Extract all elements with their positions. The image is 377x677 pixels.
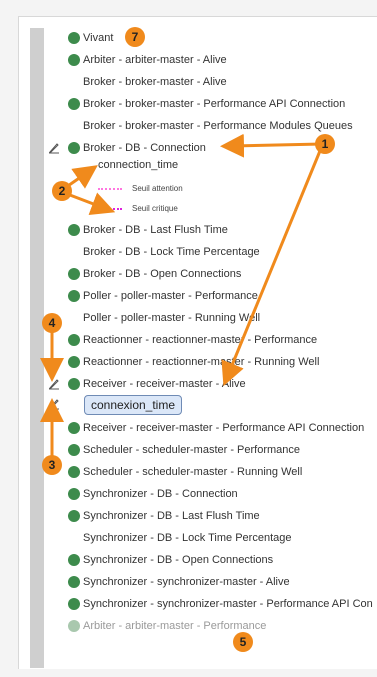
annotation-badge-1: 1 <box>315 134 335 154</box>
status-ok-icon <box>68 422 80 434</box>
service-label: Poller - poller-master - Running Well <box>83 312 261 324</box>
legend-warning-line <box>98 187 122 190</box>
service-row[interactable]: Broker - broker-master - Performance API… <box>68 95 345 113</box>
status-ok-icon <box>68 554 80 566</box>
status-warning-icon <box>68 312 80 324</box>
panel-gutter <box>30 28 44 668</box>
service-row[interactable]: Reactionner - reactionner-master - Perfo… <box>68 331 317 349</box>
empty-plot-slot-icon[interactable] <box>48 397 60 411</box>
status-ok-icon <box>68 142 80 154</box>
service-row[interactable]: Broker - DB - Last Flush Time <box>68 221 228 239</box>
service-label: Synchronizer - DB - Open Connections <box>83 554 274 566</box>
service-row[interactable]: Scheduler - scheduler-master - Performan… <box>68 441 300 459</box>
service-label: Broker - DB - Connection <box>83 142 206 154</box>
service-row[interactable]: Synchronizer - DB - Last Flush Time <box>68 507 260 525</box>
status-ok-icon <box>68 356 80 368</box>
status-ok-icon <box>68 268 80 280</box>
service-label: Reactionner - reactionner-master - Perfo… <box>83 334 318 346</box>
annotation-badge-7: 7 <box>125 27 145 47</box>
service-row[interactable]: Receiver - receiver-master - Performance… <box>68 419 364 437</box>
service-label: Synchronizer - synchronizer-master - Per… <box>83 598 373 610</box>
status-critical-icon <box>68 76 80 88</box>
dropped-metric-chip[interactable]: connexion_time <box>84 395 182 415</box>
service-row[interactable]: Broker - DB - Lock Time Percentage <box>68 243 260 261</box>
service-label: Scheduler - scheduler-master - Performan… <box>83 444 301 456</box>
service-label: Poller - poller-master - Performance <box>83 290 258 302</box>
legend-critical-line <box>98 207 122 210</box>
status-ok-icon <box>68 488 80 500</box>
legend-warning: Seuil attention <box>98 184 183 193</box>
status-ok-icon <box>68 98 80 110</box>
status-ok-icon <box>68 334 80 346</box>
service-row[interactable]: Broker - broker-master - Performance Mod… <box>68 117 353 135</box>
service-row[interactable]: Scheduler - scheduler-master - Running W… <box>68 463 302 481</box>
service-label: Synchronizer - DB - Lock Time Percentage <box>83 532 292 544</box>
metric-name[interactable]: connection_time <box>98 159 178 171</box>
annotation-badge-4: 4 <box>42 313 62 333</box>
status-ok-icon <box>68 444 80 456</box>
service-label: Synchronizer - DB - Last Flush Time <box>83 510 260 522</box>
plot-tool-icon[interactable] <box>48 141 60 155</box>
status-unknown-icon <box>68 246 80 258</box>
status-unknown-icon <box>68 532 80 544</box>
service-label: Receiver - receiver-master - Performance… <box>83 422 365 434</box>
legend-critical-label: Seuil critique <box>132 204 178 213</box>
status-ok-icon <box>68 510 80 522</box>
service-row[interactable]: Receiver - receiver-master - Alive <box>68 375 246 393</box>
service-label: Reactionner - reactionner-master - Runni… <box>83 356 320 368</box>
service-label: Broker - broker-master - Performance Mod… <box>83 120 353 132</box>
status-ok-icon <box>68 378 80 390</box>
service-row[interactable]: Poller - poller-master - Performance <box>68 287 258 305</box>
service-label: Vivant <box>83 32 114 44</box>
service-label: Receiver - receiver-master - Alive <box>83 378 246 390</box>
service-row[interactable]: Poller - poller-master - Running Well <box>68 309 260 327</box>
status-ok-icon <box>68 290 80 302</box>
service-row[interactable]: Arbiter - arbiter-master - Alive <box>68 51 227 69</box>
status-critical-icon <box>68 120 80 132</box>
status-ok-icon <box>68 598 80 610</box>
service-label: Arbiter - arbiter-master - Alive <box>83 54 227 66</box>
annotation-badge-2: 2 <box>52 181 72 201</box>
service-label: Arbiter - arbiter-master - Performance <box>83 620 267 632</box>
service-label: Broker - broker-master - Alive <box>83 76 227 88</box>
status-ok-icon <box>68 54 80 66</box>
status-ok-icon <box>68 32 80 44</box>
service-row[interactable]: Reactionner - reactionner-master - Runni… <box>68 353 319 371</box>
legend-warning-label: Seuil attention <box>132 184 183 193</box>
service-label: Broker - DB - Last Flush Time <box>83 224 228 236</box>
service-row[interactable]: Broker - broker-master - Alive <box>68 73 227 91</box>
service-row[interactable]: Broker - DB - Connection <box>68 139 206 157</box>
service-label: Broker - DB - Open Connections <box>83 268 242 280</box>
legend-critical: Seuil critique <box>98 204 178 213</box>
service-row[interactable]: Broker - DB - Open Connections <box>68 265 241 283</box>
service-row[interactable]: Synchronizer - DB - Connection <box>68 485 238 503</box>
service-label: Synchronizer - synchronizer-master - Ali… <box>83 576 290 588</box>
service-row[interactable]: Synchronizer - DB - Open Connections <box>68 551 273 569</box>
service-label: Scheduler - scheduler-master - Running W… <box>83 466 303 478</box>
status-ok-icon <box>68 576 80 588</box>
service-label: Synchronizer - DB - Connection <box>83 488 238 500</box>
service-row[interactable]: Synchronizer - synchronizer-master - Ali… <box>68 573 290 591</box>
status-ok-icon <box>68 224 80 236</box>
service-row[interactable]: Vivant <box>68 29 113 47</box>
plot-tool-icon[interactable] <box>48 377 60 391</box>
annotation-badge-5: 5 <box>233 632 253 652</box>
service-label: Broker - broker-master - Performance API… <box>83 98 346 110</box>
service-row[interactable]: Synchronizer - synchronizer-master - Per… <box>68 595 373 613</box>
status-faded-icon <box>68 620 80 632</box>
service-row[interactable]: Arbiter - arbiter-master - Performance <box>68 617 266 635</box>
annotation-badge-3: 3 <box>42 455 62 475</box>
service-row[interactable]: Synchronizer - DB - Lock Time Percentage <box>68 529 291 547</box>
status-ok-icon <box>68 466 80 478</box>
service-label: Broker - DB - Lock Time Percentage <box>83 246 260 258</box>
